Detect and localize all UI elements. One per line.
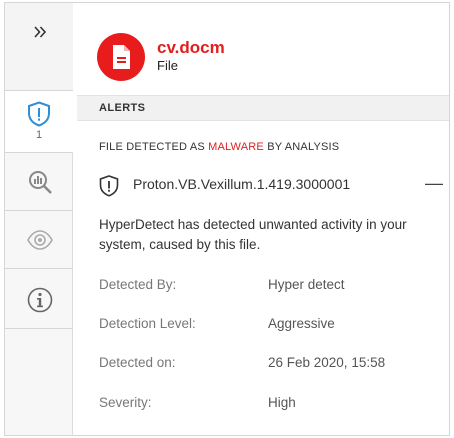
detail-value: Aggressive <box>268 316 335 331</box>
search-analysis-icon <box>29 171 52 194</box>
detection-summary-suffix: BY ANALYSIS <box>263 141 340 153</box>
detection-summary: FILE DETECTED AS MALWARE BY ANALYSIS <box>99 141 339 153</box>
rail-tab-behavior[interactable] <box>5 211 73 269</box>
alerts-section-header: ALERTS <box>77 95 449 121</box>
alerts-count-badge: 1 <box>35 129 43 141</box>
info-icon <box>27 287 53 313</box>
document-icon <box>113 45 130 69</box>
detail-value: Hyper detect <box>268 277 345 292</box>
detail-label: Detection Level: <box>99 316 196 331</box>
file-type-badge <box>97 33 145 81</box>
section-title: ALERTS <box>99 102 146 114</box>
side-rail: 1 <box>5 3 74 435</box>
threat-row[interactable]: Proton.VB.Vexillum.1.419.3000001 — <box>99 173 445 197</box>
detail-label: Detected on: <box>99 355 176 370</box>
expand-rail-button[interactable] <box>5 3 73 91</box>
shield-alert-icon <box>28 101 50 127</box>
detail-label: Detected By: <box>99 277 177 292</box>
rail-tab-analysis[interactable] <box>5 153 73 211</box>
detection-summary-prefix: FILE DETECTED AS <box>99 141 209 153</box>
file-type-label: File <box>157 58 178 73</box>
detail-label: Severity: <box>99 395 152 410</box>
file-name: cv.docm <box>157 38 225 57</box>
rail-tab-info[interactable] <box>5 269 73 329</box>
collapse-icon[interactable]: — <box>425 173 443 194</box>
detail-value: High <box>268 395 296 410</box>
double-chevron-right-icon <box>34 26 47 38</box>
rail-tab-alerts[interactable]: 1 <box>5 91 74 153</box>
alert-description: HyperDetect has detected unwanted activi… <box>99 217 407 252</box>
detail-value: 26 Feb 2020, 15:58 <box>268 355 386 370</box>
detection-verdict: MALWARE <box>208 141 264 153</box>
shield-alert-icon <box>99 175 119 197</box>
eye-icon <box>27 230 53 250</box>
threat-name: Proton.VB.Vexillum.1.419.3000001 <box>133 176 351 192</box>
file-details-panel: 1 cv.docm File ALERTS FILE DETECTED AS M… <box>4 2 450 436</box>
